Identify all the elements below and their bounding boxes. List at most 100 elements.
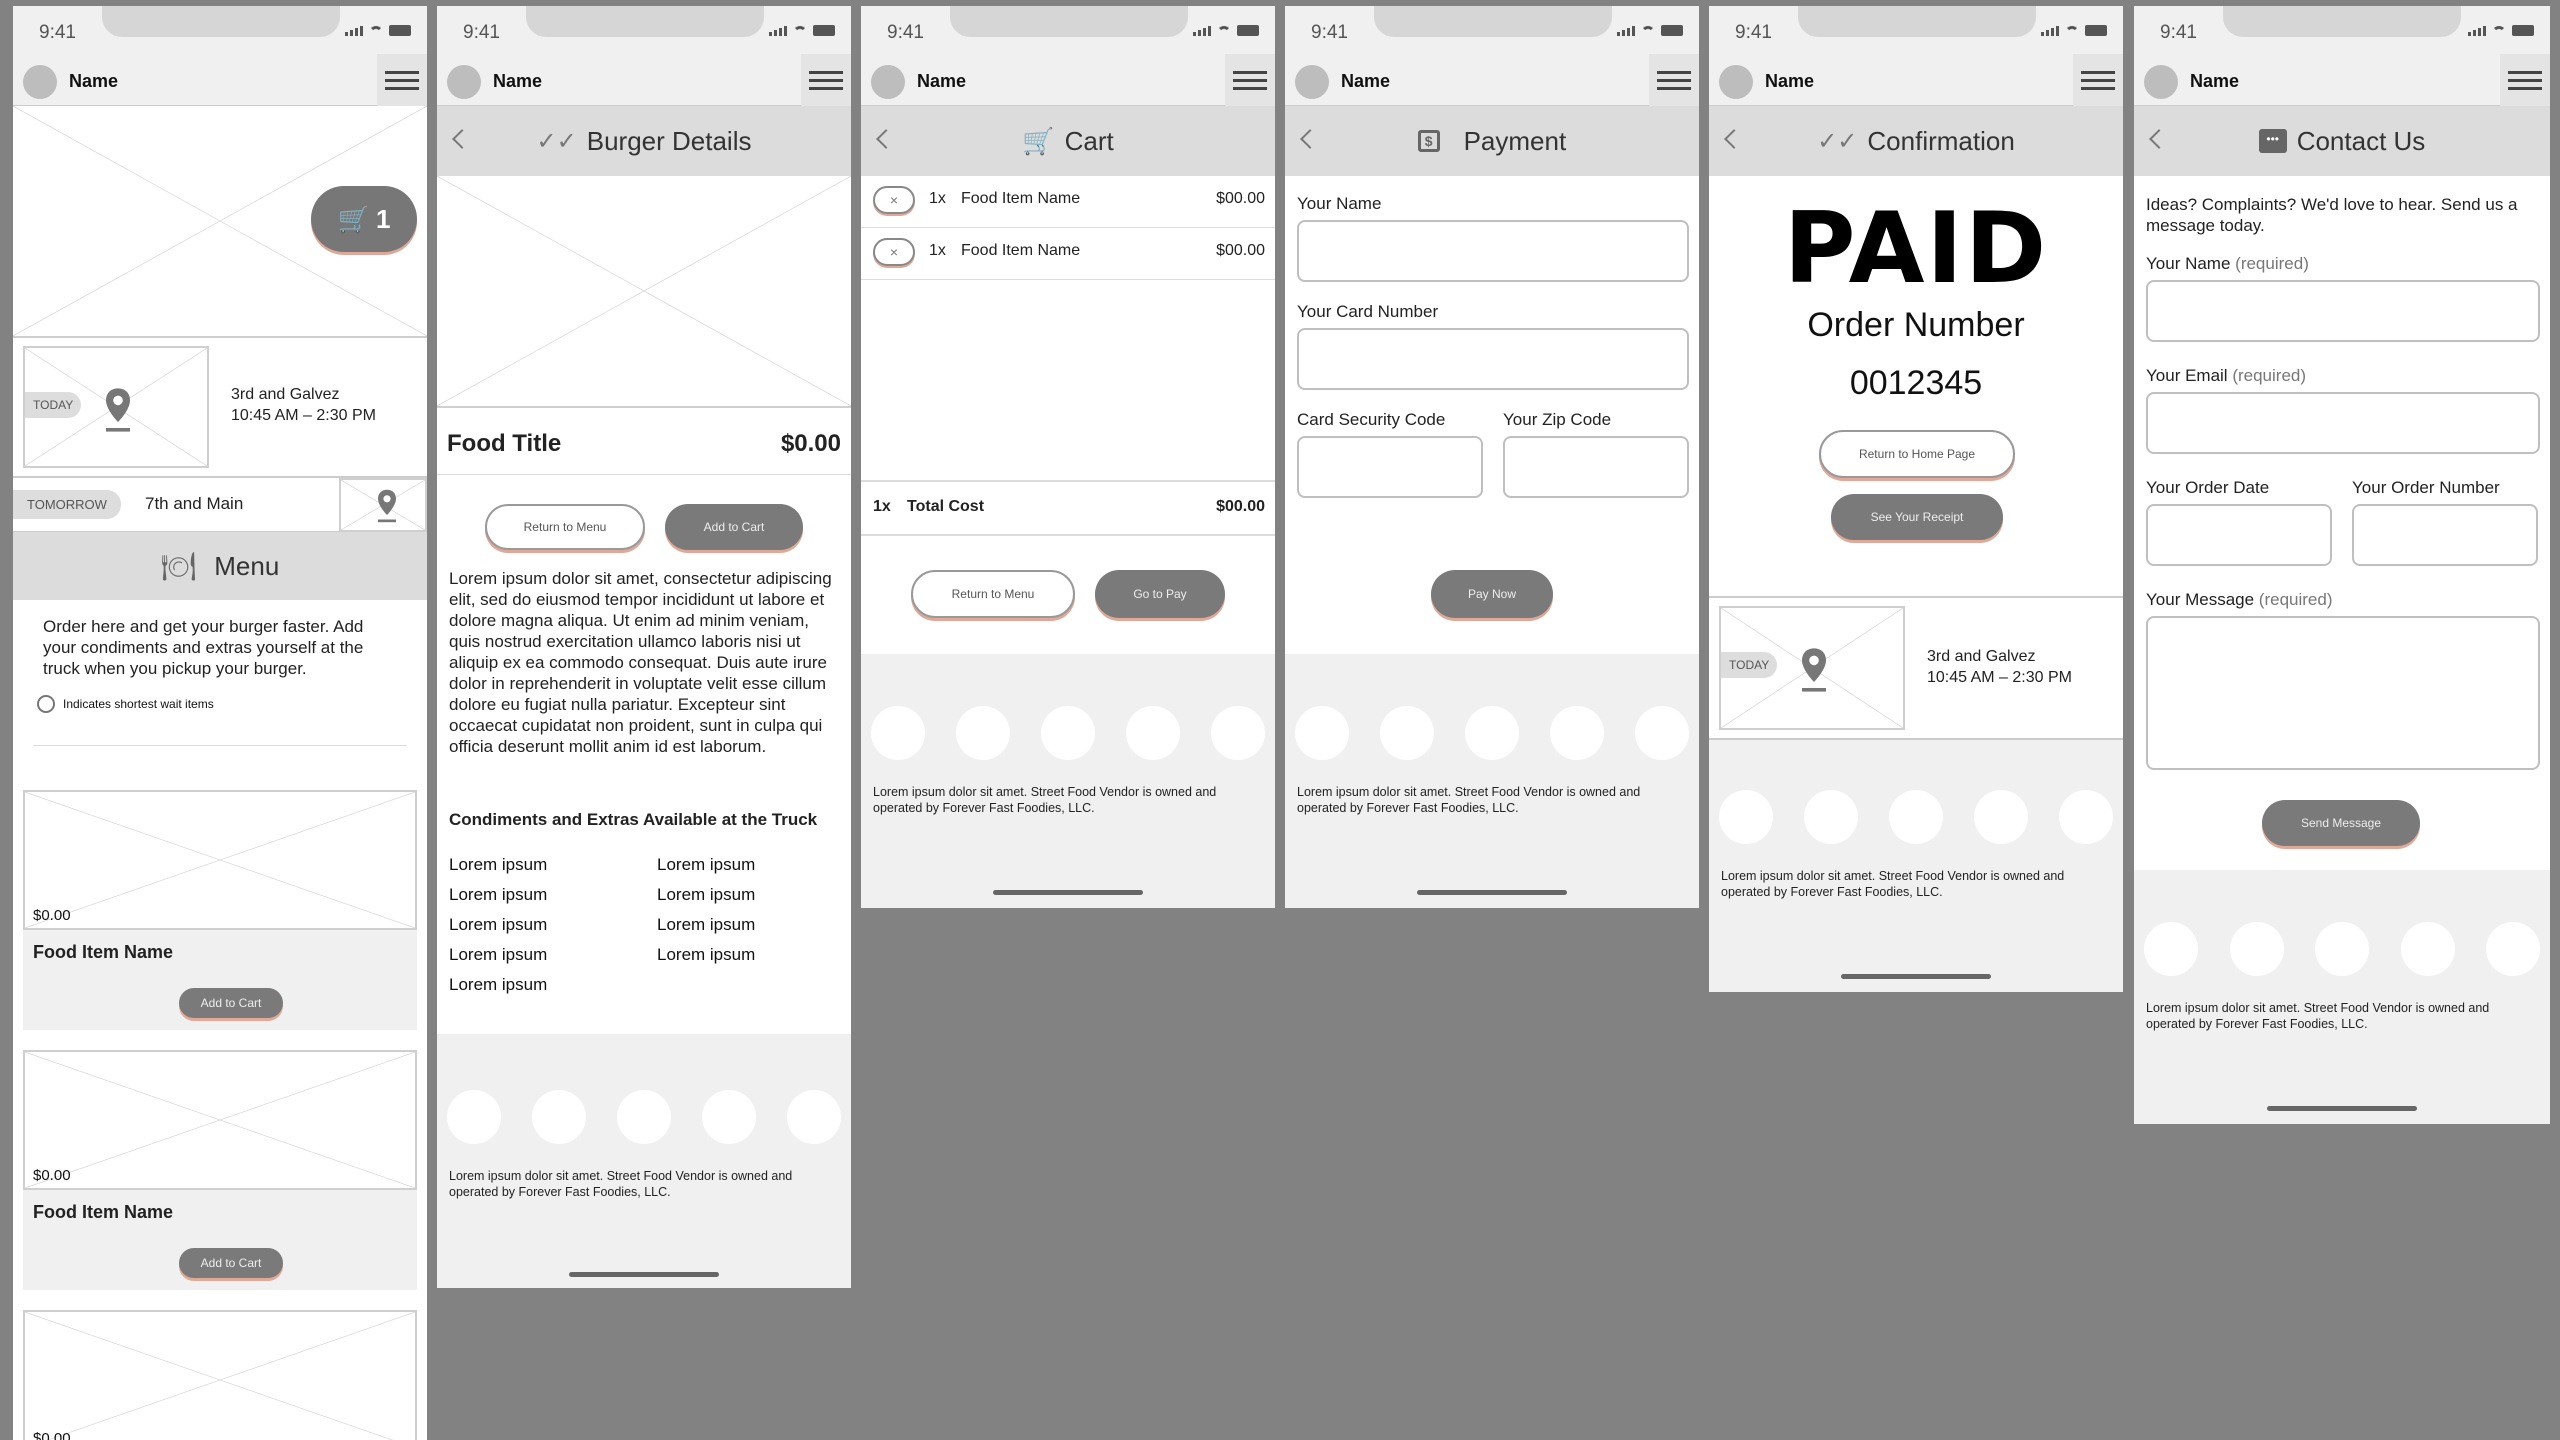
social-icon[interactable] [1295, 706, 1349, 760]
food-item-card[interactable]: $0.00 Food Item Name Add to Cart [23, 1050, 417, 1290]
name-input[interactable] [1297, 220, 1689, 282]
social-icon[interactable] [702, 1090, 756, 1144]
avatar[interactable] [871, 65, 905, 99]
send-message-button[interactable]: Send Message [2262, 800, 2420, 846]
social-icon[interactable] [1889, 790, 1943, 844]
go-to-pay-button[interactable]: Go to Pay [1095, 570, 1225, 618]
remove-item-icon[interactable]: × [873, 238, 915, 266]
add-to-cart-button[interactable]: Add to Cart [179, 1248, 283, 1278]
status-time: 9:41 [463, 22, 500, 43]
food-item-image: $0.00 [23, 1310, 417, 1440]
avatar[interactable] [1295, 65, 1329, 99]
today-location-card[interactable]: TODAY 3rd and Galvez 10:45 AM – 2:30 PM [13, 338, 427, 478]
order-number-input[interactable] [2352, 504, 2538, 566]
hamburger-menu-icon[interactable] [2073, 54, 2123, 106]
avatar[interactable] [23, 65, 57, 99]
social-icon[interactable] [1380, 706, 1434, 760]
social-icon[interactable] [2059, 790, 2113, 844]
social-icon[interactable] [956, 706, 1010, 760]
wifi-icon [793, 26, 807, 36]
battery-icon [813, 25, 835, 36]
return-to-menu-button[interactable]: Return to Menu [911, 570, 1075, 618]
social-icons [2144, 922, 2540, 976]
avatar[interactable] [1719, 65, 1753, 99]
social-icon[interactable] [2315, 922, 2369, 976]
signal-icon [2041, 26, 2059, 36]
avatar[interactable] [447, 65, 481, 99]
required-note: (required) [2232, 366, 2307, 385]
cvc-input[interactable] [1297, 436, 1483, 498]
hamburger-menu-icon[interactable] [2500, 54, 2550, 106]
social-icon[interactable] [1635, 706, 1689, 760]
name-label: Your Name (required) [2146, 254, 2309, 274]
hamburger-menu-icon[interactable] [1225, 54, 1275, 106]
title-bar: ••• Contact Us [2134, 106, 2550, 176]
social-icon[interactable] [1465, 706, 1519, 760]
hamburger-menu-icon[interactable] [1649, 54, 1699, 106]
social-icon[interactable] [532, 1090, 586, 1144]
hamburger-menu-icon[interactable] [377, 54, 427, 106]
order-number: 0012345 [1849, 364, 1983, 402]
signal-icon [1193, 26, 1211, 36]
name-label-text: Your Name [2146, 254, 2231, 273]
social-icon[interactable] [2486, 922, 2540, 976]
signal-icon [1617, 26, 1635, 36]
condiment-item: Lorem ipsum [657, 945, 756, 964]
menu-intro: Order here and get your burger faster. A… [43, 617, 364, 678]
social-icon[interactable] [1804, 790, 1858, 844]
order-number-label: Order Number [1807, 306, 2025, 344]
total-qty: 1x [873, 498, 891, 515]
wifi-icon [1217, 26, 1231, 36]
double-check-icon: ✓✓ [536, 127, 577, 155]
zip-input[interactable] [1503, 436, 1689, 498]
status-time: 9:41 [1735, 22, 1772, 43]
pay-now-button[interactable]: Pay Now [1431, 570, 1553, 618]
avatar[interactable] [2144, 65, 2178, 99]
hamburger-menu-icon[interactable] [801, 54, 851, 106]
see-receipt-button[interactable]: See Your Receipt [1831, 494, 2003, 540]
social-icon[interactable] [1719, 790, 1773, 844]
email-input[interactable] [2146, 392, 2540, 454]
nav-bar: Name [1285, 54, 1699, 106]
today-badge: TODAY [1721, 652, 1778, 678]
condiment-item: Lorem ipsum [449, 945, 548, 964]
social-icon[interactable] [1974, 790, 2028, 844]
message-textarea[interactable] [2146, 616, 2540, 770]
user-name: Name [69, 71, 119, 91]
tomorrow-location-row[interactable]: TOMORROW 7th and Main [13, 478, 427, 532]
food-item-name: Food Item Name [33, 942, 174, 962]
cart-button[interactable]: 🛒 1 [311, 186, 417, 252]
return-home-button[interactable]: Return to Home Page [1819, 430, 2015, 478]
social-icon[interactable] [447, 1090, 501, 1144]
cvc-label: Card Security Code [1297, 410, 1446, 429]
name-input[interactable] [2146, 280, 2540, 342]
social-icon[interactable] [1211, 706, 1265, 760]
social-icon[interactable] [1126, 706, 1180, 760]
battery-icon [1661, 25, 1683, 36]
status-time: 9:41 [2160, 22, 2197, 43]
food-item-card[interactable]: $0.00 [23, 1310, 417, 1440]
card-number-input[interactable] [1297, 328, 1689, 390]
zip-label: Your Zip Code [1503, 410, 1612, 429]
food-item-image: $0.00 [23, 1050, 417, 1190]
return-to-menu-button[interactable]: Return to Menu [485, 504, 645, 550]
social-icon[interactable] [787, 1090, 841, 1144]
tomorrow-map [339, 478, 427, 532]
add-to-cart-button[interactable]: Add to Cart [665, 504, 803, 550]
condiment-item: Lorem ipsum [657, 915, 756, 934]
social-icon[interactable] [871, 706, 925, 760]
title-bar: ✓✓ Burger Details [437, 106, 851, 176]
add-to-cart-button[interactable]: Add to Cart [179, 988, 283, 1018]
social-icon[interactable] [1550, 706, 1604, 760]
social-icon[interactable] [2400, 922, 2455, 976]
social-icon[interactable] [617, 1090, 671, 1144]
remove-item-icon[interactable]: × [873, 186, 915, 214]
order-date-input[interactable] [2146, 504, 2332, 566]
social-icon[interactable] [2144, 922, 2198, 976]
pickup-location-card[interactable]: TODAY 3rd and Galvez 10:45 AM – 2:30 PM [1709, 596, 2123, 740]
food-item-card[interactable]: $0.00 Food Item Name Add to Cart [23, 790, 417, 1030]
social-icon[interactable] [1041, 706, 1095, 760]
order-number-label: Your Order Number [2352, 478, 2500, 497]
menu-title: Menu [214, 550, 280, 581]
social-icon[interactable] [2229, 922, 2284, 976]
